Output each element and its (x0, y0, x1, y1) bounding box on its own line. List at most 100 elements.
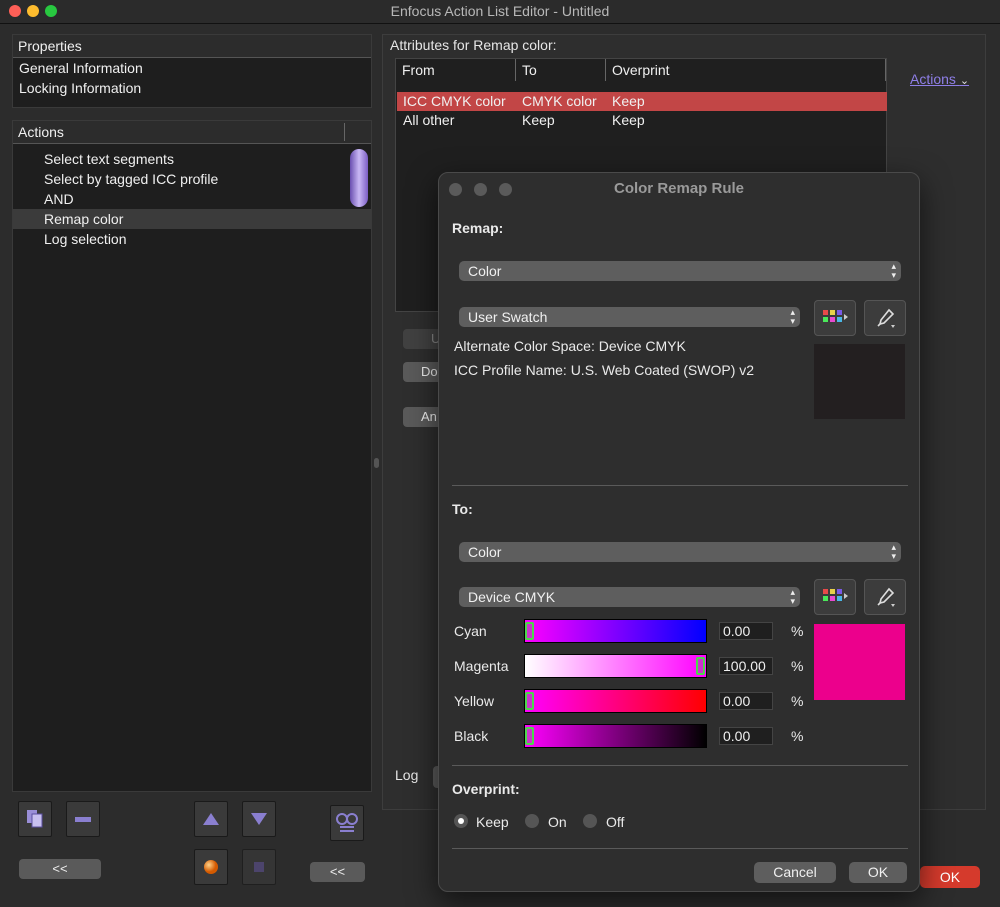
window-title: Enfocus Action List Editor - Untitled (390, 3, 610, 19)
header-divider (344, 123, 345, 141)
preview-button[interactable] (330, 805, 364, 841)
up-down-chevron-icon: ▴ ▾ (790, 307, 794, 326)
log-label: Log (395, 767, 419, 783)
magenta-value-input[interactable]: 100.00 (719, 657, 773, 675)
orange-ball-icon (204, 860, 218, 874)
overprint-off-radio[interactable] (583, 814, 597, 828)
dialog-title: Color Remap Rule (613, 180, 745, 197)
eyedropper-icon (877, 308, 895, 328)
triangle-down-icon (251, 813, 267, 825)
glasses-icon (336, 813, 358, 832)
cyan-unit: % (791, 623, 804, 639)
properties-item-locking[interactable]: Locking Information (13, 78, 371, 98)
up-down-chevron-icon: ▴ ▾ (891, 542, 895, 561)
action-item[interactable]: Select by tagged ICC profile (13, 169, 371, 189)
actions-header-label: Actions (18, 124, 64, 140)
magenta-label: Magenta (454, 658, 509, 674)
collapse-right-button[interactable]: << (310, 862, 365, 882)
remap-label: Remap: (452, 220, 504, 236)
overprint-keep-radio[interactable] (454, 814, 468, 828)
cell-overprint: Keep (612, 112, 645, 128)
eyedropper-button[interactable] (864, 300, 906, 336)
overprint-on-radio[interactable] (525, 814, 539, 828)
minus-icon (75, 817, 91, 822)
section-divider (452, 848, 908, 849)
swatch-grid-icon (823, 310, 848, 322)
chevron-down-icon: ⌄ (959, 75, 970, 87)
action-item-selected[interactable]: Remap color (13, 209, 371, 229)
color-remap-dialog: Color Remap Rule Remap: Color ▴ ▾ User Sw… (438, 172, 920, 892)
cancel-button[interactable]: Cancel (754, 862, 836, 883)
properties-item-general[interactable]: General Information (13, 58, 371, 78)
overprint-keep-label: Keep (476, 814, 509, 830)
magenta-unit: % (791, 658, 804, 674)
actions-panel: Actions Select text segments Select by t… (12, 120, 372, 792)
yellow-unit: % (791, 693, 804, 709)
cyan-value-input[interactable]: 0.00 (719, 622, 773, 640)
collapse-left-button[interactable]: << (19, 859, 101, 879)
attributes-title: Attributes for Remap color: (390, 37, 557, 53)
actions-header: Actions (13, 121, 371, 144)
icc-profile-text: ICC Profile Name: U.S. Web Coated (SWOP)… (454, 362, 755, 378)
cell-from: ICC CMYK color (403, 93, 506, 109)
action-item[interactable]: Log selection (13, 229, 371, 249)
properties-header: Properties (13, 35, 371, 58)
remap-swatch-value: User Swatch (468, 309, 548, 325)
cyan-slider-knob[interactable] (525, 622, 534, 640)
move-up-button[interactable] (194, 801, 228, 837)
section-divider (452, 485, 908, 486)
black-slider[interactable] (524, 724, 707, 748)
to-type-select[interactable]: Color ▴ ▾ (459, 542, 901, 562)
properties-panel: Properties General Information Locking I… (12, 34, 372, 108)
to-color-space-value: Device CMYK (468, 589, 556, 605)
column-header-from[interactable]: From (396, 59, 516, 81)
actions-menu-link[interactable]: Actions ⌄ (910, 71, 969, 87)
ok-button[interactable]: OK (849, 862, 907, 883)
column-header-overprint[interactable]: Overprint (606, 59, 886, 81)
yellow-slider-knob[interactable] (525, 692, 534, 710)
actions-link-label: Actions (910, 71, 956, 87)
remap-type-select[interactable]: Color ▴ ▾ (459, 261, 901, 281)
eyedropper-icon (877, 587, 895, 607)
remap-swatch-select[interactable]: User Swatch ▴ ▾ (459, 307, 800, 327)
stop-square-icon (254, 862, 264, 872)
black-unit: % (791, 728, 804, 744)
to-eyedropper-button[interactable] (864, 579, 906, 615)
up-down-chevron-icon: ▴ ▾ (790, 587, 794, 606)
action-item[interactable]: Select text segments (13, 149, 371, 169)
swatch-picker-button[interactable] (814, 300, 856, 336)
swatch-grid-icon (823, 589, 848, 601)
cyan-label: Cyan (454, 623, 487, 639)
column-header-to[interactable]: To (516, 59, 606, 81)
magenta-slider[interactable] (524, 654, 707, 678)
main-ok-button[interactable]: OK (920, 866, 980, 888)
yellow-slider[interactable] (524, 689, 707, 713)
yellow-value-input[interactable]: 0.00 (719, 692, 773, 710)
add-action-button[interactable] (18, 801, 52, 837)
black-value-input[interactable]: 0.00 (719, 727, 773, 745)
stop-button[interactable] (242, 849, 276, 885)
run-button[interactable] (194, 849, 228, 885)
remap-type-value: Color (468, 263, 502, 279)
cell-from: All other (403, 112, 455, 128)
cell-to: Keep (522, 112, 555, 128)
cell-overprint: Keep (612, 93, 645, 109)
yellow-label: Yellow (454, 693, 494, 709)
to-swatch-picker-button[interactable] (814, 579, 856, 615)
black-label: Black (454, 728, 489, 744)
black-slider-knob[interactable] (525, 727, 534, 745)
alternate-color-space-text: Alternate Color Space: Device CMYK (454, 338, 686, 354)
action-item[interactable]: AND (13, 189, 371, 209)
remove-action-button[interactable] (66, 801, 100, 837)
cyan-slider[interactable] (524, 619, 707, 643)
magenta-slider-knob[interactable] (696, 657, 705, 675)
triangle-up-icon (203, 813, 219, 825)
to-type-value: Color (468, 544, 502, 560)
to-color-space-select[interactable]: Device CMYK ▴ ▾ (459, 587, 800, 607)
overprint-on-label: On (548, 814, 567, 830)
copy-icon (27, 810, 43, 828)
scrollbar-thumb[interactable] (350, 149, 368, 207)
to-label: To: (452, 501, 473, 517)
move-down-button[interactable] (242, 801, 276, 837)
splitter-handle[interactable] (374, 458, 379, 468)
